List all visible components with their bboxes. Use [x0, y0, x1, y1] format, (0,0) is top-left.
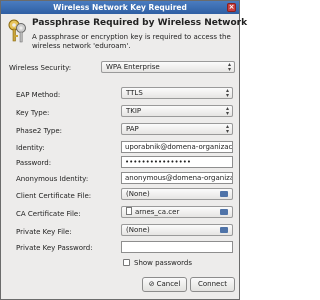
certificate-file-icon: [126, 207, 132, 215]
keys-icon: [8, 19, 26, 43]
key-type-value: TKIP: [126, 107, 142, 115]
identity-label: Identity:: [16, 144, 45, 152]
password-label: Password:: [16, 159, 52, 167]
phase2-type-select[interactable]: PAP ▴ ▾: [121, 123, 233, 135]
folder-icon: [220, 227, 228, 233]
combo-arrows-icon: ▴ ▾: [225, 123, 229, 135]
folder-icon: [220, 191, 228, 197]
private-key-password-field[interactable]: [121, 241, 233, 253]
eap-method-value: TTLS: [126, 89, 143, 97]
cancel-label: Cancel: [156, 280, 181, 288]
password-field[interactable]: ••••••••••••••••: [121, 156, 233, 168]
folder-icon: [220, 209, 228, 215]
title-bar: Wireless Network Key Required ×: [1, 1, 239, 14]
close-icon[interactable]: ×: [227, 3, 236, 12]
private-key-chooser[interactable]: (None): [121, 224, 233, 236]
key-type-label: Key Type:: [16, 109, 50, 117]
client-cert-value: (None): [126, 190, 150, 198]
wireless-security-label: Wireless Security:: [9, 64, 72, 72]
ca-cert-value: arnes_ca.cer: [135, 208, 180, 216]
ca-cert-chooser[interactable]: arnes_ca.cer: [121, 206, 233, 218]
dialog-description: A passphrase or encryption key is requir…: [32, 33, 231, 50]
wireless-security-select[interactable]: WPA Enterprise ▴ ▾: [101, 61, 235, 73]
key-type-select[interactable]: TKIP ▴ ▾: [121, 105, 233, 117]
phase2-type-label: Phase2 Type:: [16, 127, 63, 135]
cancel-icon: ⊘: [148, 280, 155, 288]
private-key-value: (None): [126, 226, 150, 234]
window-title: Wireless Network Key Required: [53, 3, 187, 12]
dialog-window: Wireless Network Key Required × Passphra…: [0, 0, 247, 300]
cancel-button[interactable]: ⊘ Cancel: [142, 277, 187, 292]
connect-button[interactable]: Connect: [190, 277, 235, 292]
anonymous-identity-field[interactable]: anonymous@domena-organizacije: [121, 172, 233, 184]
wireless-security-value: WPA Enterprise: [106, 63, 160, 71]
connect-label: Connect: [198, 280, 227, 288]
eap-method-label: EAP Method:: [16, 91, 61, 99]
dialog-heading: Passphrase Required by Wireless Network: [32, 18, 248, 28]
anonymous-identity-label: Anonymous Identity:: [16, 175, 89, 183]
phase2-type-value: PAP: [126, 125, 139, 133]
private-key-password-label: Private Key Password:: [16, 244, 93, 252]
client-cert-chooser[interactable]: (None): [121, 188, 233, 200]
client-cert-label: Client Certificate File:: [16, 192, 92, 200]
ca-cert-label: CA Certificate File:: [16, 210, 81, 218]
private-key-label: Private Key File:: [16, 228, 72, 236]
show-passwords-label: Show passwords: [134, 259, 192, 267]
eap-method-select[interactable]: TTLS ▴ ▾: [121, 87, 233, 99]
show-passwords-checkbox[interactable]: [123, 259, 130, 266]
combo-arrows-icon: ▴ ▾: [225, 105, 229, 117]
combo-arrows-icon: ▴ ▾: [227, 61, 231, 73]
combo-arrows-icon: ▴ ▾: [225, 87, 229, 99]
identity-field[interactable]: uporabnik@domena-organizacije: [121, 141, 233, 153]
